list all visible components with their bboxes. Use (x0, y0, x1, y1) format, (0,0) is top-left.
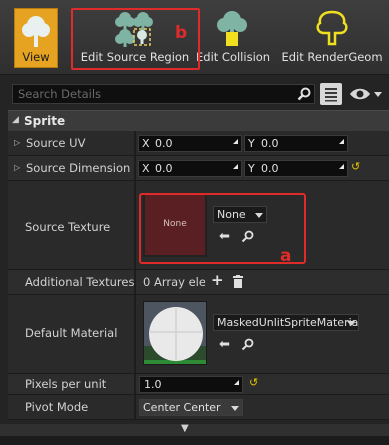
drag-handle-icon[interactable] (233, 164, 238, 169)
drag-handle-icon[interactable] (339, 139, 344, 144)
edit-rendergeom-button[interactable]: Edit RenderGeom (276, 6, 388, 68)
collapse-arrow-icon[interactable]: ◢ (12, 115, 19, 125)
column-divider[interactable] (134, 295, 136, 373)
source-dimension-y-value: 0.0 (261, 162, 279, 175)
advanced-expander[interactable]: ▼ (0, 423, 389, 436)
default-material-combo[interactable]: MaskedUnlitSpriteMateria (213, 314, 359, 331)
source-uv-x-value: 0.0 (155, 137, 173, 150)
reset-to-default-icon[interactable]: ↺ (249, 376, 258, 389)
column-divider[interactable] (134, 270, 136, 294)
view-label: View (22, 50, 50, 64)
use-selected-arrow-icon[interactable]: ⬅ (219, 338, 230, 351)
source-uv-label: Source UV (26, 136, 86, 150)
annotation-label-b: b (175, 23, 188, 43)
column-divider[interactable] (134, 131, 136, 155)
default-material-label: Default Material (25, 326, 118, 340)
source-uv-y-value: 0.0 (261, 137, 279, 150)
default-material-combo-value: MaskedUnlitSpriteMateria (217, 316, 359, 329)
axis-x-label: X (142, 162, 150, 175)
drag-handle-icon[interactable] (233, 139, 238, 144)
drag-handle-icon[interactable] (234, 380, 239, 385)
material-sphere-icon (144, 302, 206, 364)
source-uv-y-field[interactable]: Y 0.0 (244, 135, 348, 152)
source-dimension-label: Source Dimension (26, 161, 131, 175)
render-geom-icon (316, 10, 348, 46)
pivot-mode-label: Pivot Mode (25, 400, 89, 414)
source-dimension-x-value: 0.0 (155, 162, 173, 175)
chevron-down-icon[interactable]: ▼ (181, 423, 189, 434)
additional-textures-label: Additional Textures (25, 275, 135, 289)
annotation-label-a: a (280, 246, 292, 266)
expand-arrow-icon[interactable]: ▷ (14, 138, 20, 147)
add-element-icon[interactable]: + (211, 273, 224, 288)
column-divider[interactable] (134, 395, 136, 419)
edit-collision-label: Edit Collision (196, 50, 271, 64)
default-material-row: Default Material MaskedUnlitSpriteMateri… (8, 295, 389, 374)
collision-icon (217, 11, 247, 46)
drag-handle-icon[interactable] (339, 164, 344, 169)
source-dimension-y-field[interactable]: Y 0.0 (244, 160, 348, 177)
view-button[interactable]: View (14, 8, 58, 68)
source-uv-x-field[interactable]: X 0.0 (138, 135, 242, 152)
material-thumbnail[interactable] (143, 301, 207, 365)
eye-icon (350, 88, 382, 100)
pivot-mode-value: Center Center (143, 401, 221, 414)
search-input[interactable] (13, 85, 293, 103)
reset-to-default-icon[interactable]: ↺ (351, 160, 360, 173)
view-options-button[interactable] (349, 86, 383, 102)
search-bar (12, 84, 315, 104)
search-icon[interactable] (297, 87, 311, 101)
axis-y-label: Y (248, 162, 255, 175)
panel-footer (0, 436, 389, 445)
axis-y-label: Y (248, 137, 255, 150)
section-title: Sprite (24, 114, 66, 128)
source-uv-row: ▷ Source UV X 0.0 Y 0.0 (8, 131, 389, 156)
browse-search-icon[interactable] (241, 338, 254, 351)
trash-icon[interactable] (232, 275, 244, 288)
tree-icon (22, 16, 50, 47)
edit-rendergeom-label: Edit RenderGeom (281, 50, 383, 64)
source-texture-label: Source Texture (25, 220, 111, 234)
pixels-per-unit-field[interactable]: 1.0 (139, 376, 243, 393)
expand-arrow-icon[interactable]: ▷ (14, 163, 20, 172)
source-dimension-row: ▷ Source Dimension X 0.0 Y 0.0 ↺ (8, 156, 389, 181)
source-dimension-x-field[interactable]: X 0.0 (138, 160, 242, 177)
dropdown-arrow-icon (231, 406, 239, 411)
property-matrix-button[interactable] (320, 83, 342, 105)
column-divider[interactable] (134, 181, 136, 269)
additional-textures-row: Additional Textures 0 Array elem + (8, 270, 389, 295)
column-divider[interactable] (134, 374, 136, 394)
grid-icon (325, 88, 337, 102)
pixels-per-unit-row: Pixels per unit 1.0 ↺ (8, 374, 389, 395)
sprite-section-header[interactable]: ◢ Sprite (8, 110, 389, 131)
pixels-per-unit-label: Pixels per unit (25, 377, 107, 391)
pivot-mode-row: Pivot Mode Center Center (8, 395, 389, 420)
pixels-per-unit-value: 1.0 (144, 378, 162, 391)
pivot-mode-combo[interactable]: Center Center (139, 399, 243, 416)
additional-textures-value: 0 Array elem (143, 275, 205, 289)
axis-x-label: X (142, 137, 150, 150)
column-divider[interactable] (134, 156, 136, 180)
dropdown-arrow-icon (347, 321, 355, 326)
edit-collision-button[interactable]: Edit Collision (196, 6, 271, 68)
